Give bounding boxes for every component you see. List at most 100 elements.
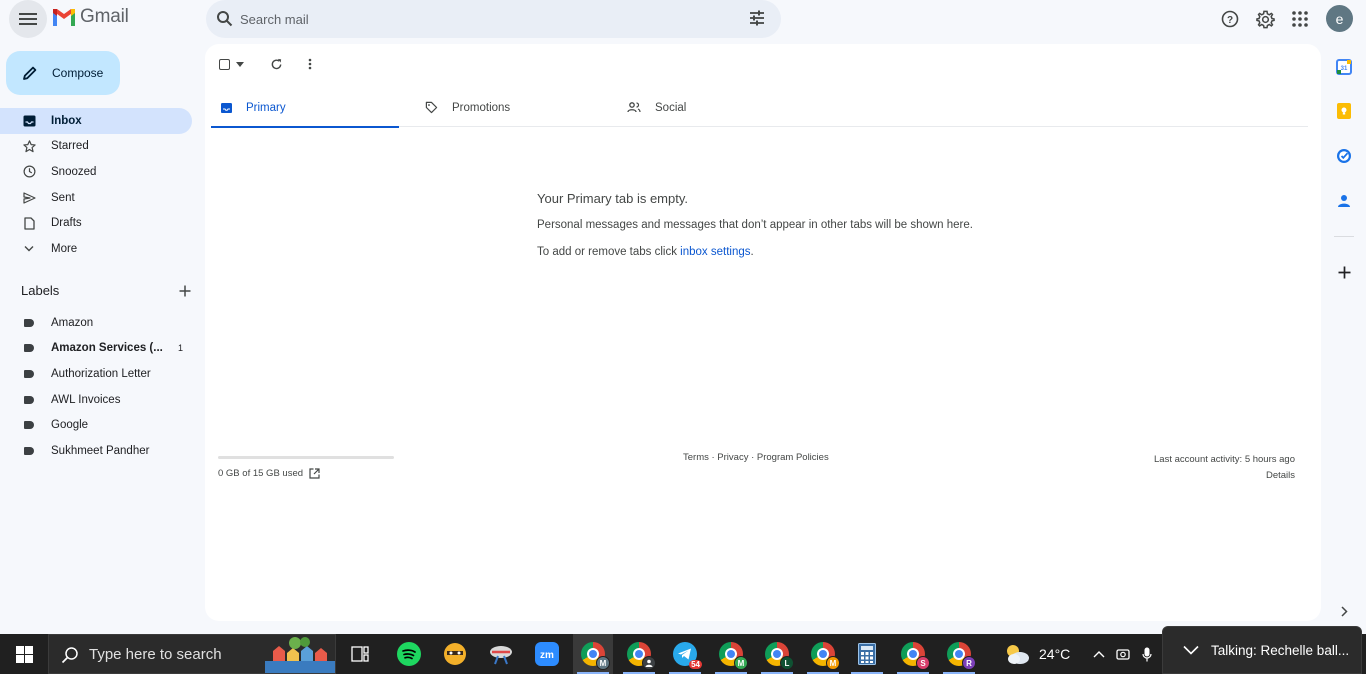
active-tab-indicator (211, 126, 399, 128)
label-tag-icon (24, 369, 34, 378)
profile-badge: L (780, 656, 794, 670)
label-tag-icon (24, 446, 34, 455)
refresh-icon[interactable] (270, 58, 283, 71)
star-icon (22, 139, 36, 153)
main-menu-button[interactable] (9, 0, 47, 38)
empty-state-title: Your Primary tab is empty. (537, 191, 688, 206)
telegram-icon[interactable]: 54 (665, 634, 705, 674)
label-name: Amazon Services (... (51, 342, 163, 355)
search-icon (61, 647, 78, 664)
game-app-icon[interactable] (435, 634, 475, 674)
windows-logo-icon (15, 645, 33, 663)
chrome-window-m[interactable]: M (711, 634, 751, 674)
contacts-icon[interactable] (1335, 192, 1353, 210)
storage-info: 0 GB of 15 GB used (218, 468, 320, 479)
nav-item-more[interactable]: More (0, 236, 200, 262)
gmail-logo[interactable]: Gmail (52, 6, 129, 28)
label-item-amazon-services[interactable]: Amazon Services (... 1 (0, 336, 200, 362)
label-name: Sukhmeet Pandher (51, 444, 150, 457)
google-apps-icon[interactable] (1288, 7, 1312, 31)
label-item-google[interactable]: Google (0, 412, 200, 438)
chevron-down-icon[interactable] (1183, 645, 1199, 655)
labels-list: Amazon Amazon Services (... 1 Authorizat… (0, 310, 200, 464)
chrome-window-r[interactable]: R (939, 634, 979, 674)
select-dropdown-icon[interactable] (236, 61, 244, 67)
label-item-amazon[interactable]: Amazon (0, 310, 200, 336)
last-activity-text: Last account activity: 5 hours ago (1154, 454, 1295, 465)
top-bar: Gmail ? e (0, 0, 1366, 38)
label-item-authorization-letter[interactable]: Authorization Letter (0, 361, 200, 387)
show-hidden-icons[interactable] (1090, 634, 1108, 674)
labels-title: Labels (21, 283, 60, 298)
add-label-icon[interactable] (179, 285, 191, 297)
labels-header: Labels (21, 283, 191, 298)
tab-social[interactable]: Social (617, 88, 686, 127)
microphone-icon[interactable] (1138, 634, 1156, 674)
call-status-text: Talking: Rechelle ball... (1211, 642, 1350, 658)
taskbar-search-placeholder: Type here to search (89, 646, 222, 663)
hamburger-icon (19, 13, 37, 25)
settings-gear-icon[interactable] (1253, 7, 1277, 31)
chrome-window-profile[interactable] (619, 634, 659, 674)
call-notification[interactable]: Talking: Rechelle ball... (1162, 626, 1362, 674)
zoom-icon[interactable]: zm (527, 634, 567, 674)
select-all-checkbox[interactable] (219, 58, 230, 70)
search-options-icon[interactable] (748, 9, 766, 27)
search-input[interactable] (240, 7, 740, 31)
storage-usage-bar (218, 456, 394, 459)
label-item-sukhmeet-pandher[interactable]: Sukhmeet Pandher (0, 438, 200, 464)
inbox-icon (221, 102, 232, 113)
label-tag-icon (24, 395, 34, 404)
tasks-icon[interactable] (1335, 147, 1353, 165)
nav-item-inbox[interactable]: Inbox (0, 108, 192, 134)
help-icon[interactable]: ? (1218, 7, 1242, 31)
chrome-window-m2[interactable]: M (803, 634, 843, 674)
compose-label: Compose (52, 66, 104, 80)
nav-item-label: Starred (51, 140, 89, 153)
category-tabs: Primary Promotions Social (211, 88, 1308, 128)
calendar-icon[interactable]: 31 (1335, 58, 1353, 76)
calculator-icon[interactable] (847, 634, 887, 674)
partly-cloudy-icon (1007, 645, 1029, 664)
compose-button[interactable]: Compose (6, 51, 120, 95)
tab-primary[interactable]: Primary (211, 88, 399, 128)
draft-icon (22, 216, 36, 230)
chrome-window-s[interactable]: S (893, 634, 933, 674)
chrome-window-l[interactable]: L (757, 634, 797, 674)
chevron-down-icon (22, 242, 36, 256)
nav-item-snoozed[interactable]: Snoozed (0, 159, 200, 185)
empty-state: Your Primary tab is empty. Personal mess… (537, 191, 1097, 273)
side-panel-divider (1334, 236, 1354, 237)
account-activity: Last account activity: 5 hours ago Detai… (1154, 452, 1295, 484)
nav-item-starred[interactable]: Starred (0, 134, 200, 160)
nav-item-label: Inbox (51, 114, 82, 127)
open-in-new-icon[interactable] (309, 468, 320, 479)
spotify-icon[interactable] (389, 634, 429, 674)
nav-item-sent[interactable]: Sent (0, 185, 200, 211)
tab-promotions[interactable]: Promotions (415, 88, 510, 127)
add-addon-icon[interactable] (1335, 263, 1353, 281)
show-side-panel-icon[interactable] (1335, 602, 1353, 620)
more-vert-icon[interactable] (308, 58, 312, 70)
search-icon[interactable] (216, 10, 233, 27)
tab-label: Social (655, 101, 687, 114)
account-avatar[interactable]: e (1326, 5, 1353, 32)
snipping-tool-icon[interactable] (481, 634, 521, 674)
activity-details-link[interactable]: Details (1154, 468, 1295, 484)
start-button[interactable] (0, 634, 48, 674)
weather-widget[interactable]: 24°C (1003, 634, 1070, 674)
label-tag-icon (24, 318, 34, 327)
label-item-awl-invoices[interactable]: AWL Invoices (0, 387, 200, 413)
profile-badge: M (734, 656, 748, 670)
profile-badge: M (826, 656, 840, 670)
taskbar-search[interactable]: Type here to search (48, 634, 336, 674)
nav-item-drafts[interactable]: Drafts (0, 210, 200, 236)
search-bar[interactable] (206, 0, 781, 38)
pencil-icon (23, 66, 37, 80)
inbox-settings-link[interactable]: inbox settings (680, 246, 750, 258)
chrome-window-m-active[interactable]: M (573, 634, 613, 674)
keep-icon[interactable] (1335, 102, 1353, 120)
footer-policy-links[interactable]: Terms · Privacy · Program Policies (683, 452, 829, 463)
camera-in-use-icon[interactable] (1114, 634, 1132, 674)
task-view-icon[interactable] (340, 634, 380, 674)
